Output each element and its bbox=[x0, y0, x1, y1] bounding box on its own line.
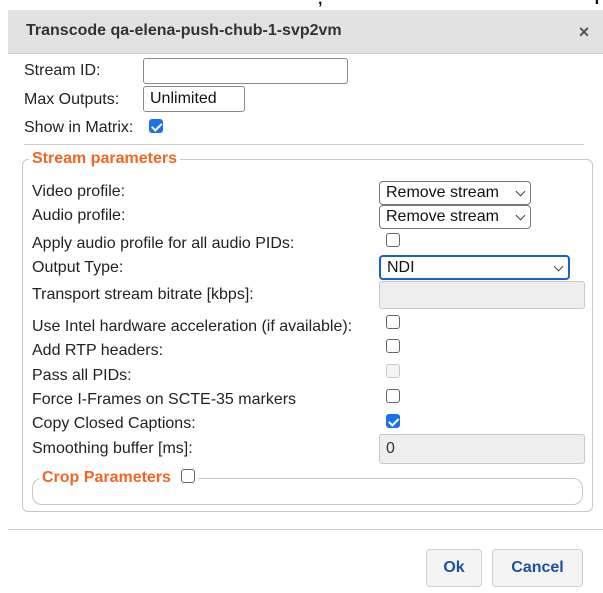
rtp-headers-label: Add RTP headers: bbox=[32, 342, 164, 359]
audio-profile-select[interactable]: Remove stream bbox=[379, 205, 531, 229]
max-outputs-label: Max Outputs: bbox=[24, 91, 120, 108]
video-profile-label: Video profile: bbox=[32, 183, 126, 200]
close-icon[interactable]: × bbox=[575, 23, 593, 41]
ts-bitrate-input[interactable] bbox=[379, 281, 585, 309]
dialog-titlebar: Transcode qa-elena-push-chub-1-svp2vm × bbox=[8, 10, 603, 54]
stream-id-label: Stream ID: bbox=[24, 62, 101, 79]
force-iframes-label: Force I-Frames on SCTE-35 markers bbox=[32, 391, 297, 408]
video-profile-value: Remove stream bbox=[386, 184, 499, 201]
ts-bitrate-label: Transport stream bitrate [kbps]: bbox=[32, 286, 254, 303]
force-iframes-checkbox[interactable] bbox=[386, 389, 400, 403]
pass-pids-checkbox[interactable] bbox=[386, 364, 400, 378]
closed-captions-label: Copy Closed Captions: bbox=[32, 415, 196, 432]
chevron-down-icon bbox=[553, 261, 564, 272]
audio-profile-label: Audio profile: bbox=[32, 207, 126, 224]
ok-button[interactable]: Ok bbox=[426, 549, 482, 587]
cutoff-left: , bbox=[318, 0, 322, 9]
stream-params-legend: Stream parameters bbox=[32, 150, 177, 167]
crop-params-checkbox[interactable] bbox=[181, 469, 196, 483]
audio-profile-value: Remove stream bbox=[386, 208, 499, 225]
dialog-title: Transcode qa-elena-push-chub-1-svp2vm bbox=[26, 22, 342, 39]
crop-params-label: Crop Parameters bbox=[42, 469, 171, 486]
output-type-value: NDI bbox=[387, 259, 415, 276]
cancel-button[interactable]: Cancel bbox=[492, 549, 583, 587]
output-type-select[interactable]: NDI bbox=[379, 255, 570, 280]
video-profile-select[interactable]: Remove stream bbox=[379, 181, 531, 205]
cutoff-right: T bbox=[592, 0, 602, 9]
chevron-down-icon bbox=[515, 186, 526, 197]
crop-params-legend: Crop Parameters bbox=[39, 469, 198, 487]
divider-footer bbox=[8, 529, 603, 530]
apply-audio-label: Apply audio profile for all audio PIDs: bbox=[32, 235, 295, 252]
max-outputs-input[interactable] bbox=[143, 86, 245, 112]
output-type-label: Output Type: bbox=[32, 259, 124, 276]
divider-top bbox=[24, 144, 584, 145]
show-in-matrix-label: Show in Matrix: bbox=[24, 119, 134, 136]
closed-captions-checkbox[interactable] bbox=[386, 414, 400, 428]
smoothing-input[interactable] bbox=[379, 434, 585, 464]
apply-audio-checkbox[interactable] bbox=[386, 233, 400, 247]
top-cutoff-text: , T bbox=[0, 0, 603, 8]
intel-hw-checkbox[interactable] bbox=[386, 315, 400, 329]
pass-pids-label: Pass all PIDs: bbox=[32, 367, 132, 384]
chevron-down-icon bbox=[515, 210, 526, 221]
stream-id-input[interactable] bbox=[143, 58, 348, 84]
rtp-headers-checkbox[interactable] bbox=[386, 339, 400, 353]
smoothing-label: Smoothing buffer [ms]: bbox=[32, 440, 193, 457]
show-in-matrix-checkbox[interactable] bbox=[149, 119, 163, 133]
intel-hw-label: Use Intel hardware acceleration (if avai… bbox=[32, 318, 353, 335]
crop-params-group: Crop Parameters bbox=[32, 469, 583, 505]
